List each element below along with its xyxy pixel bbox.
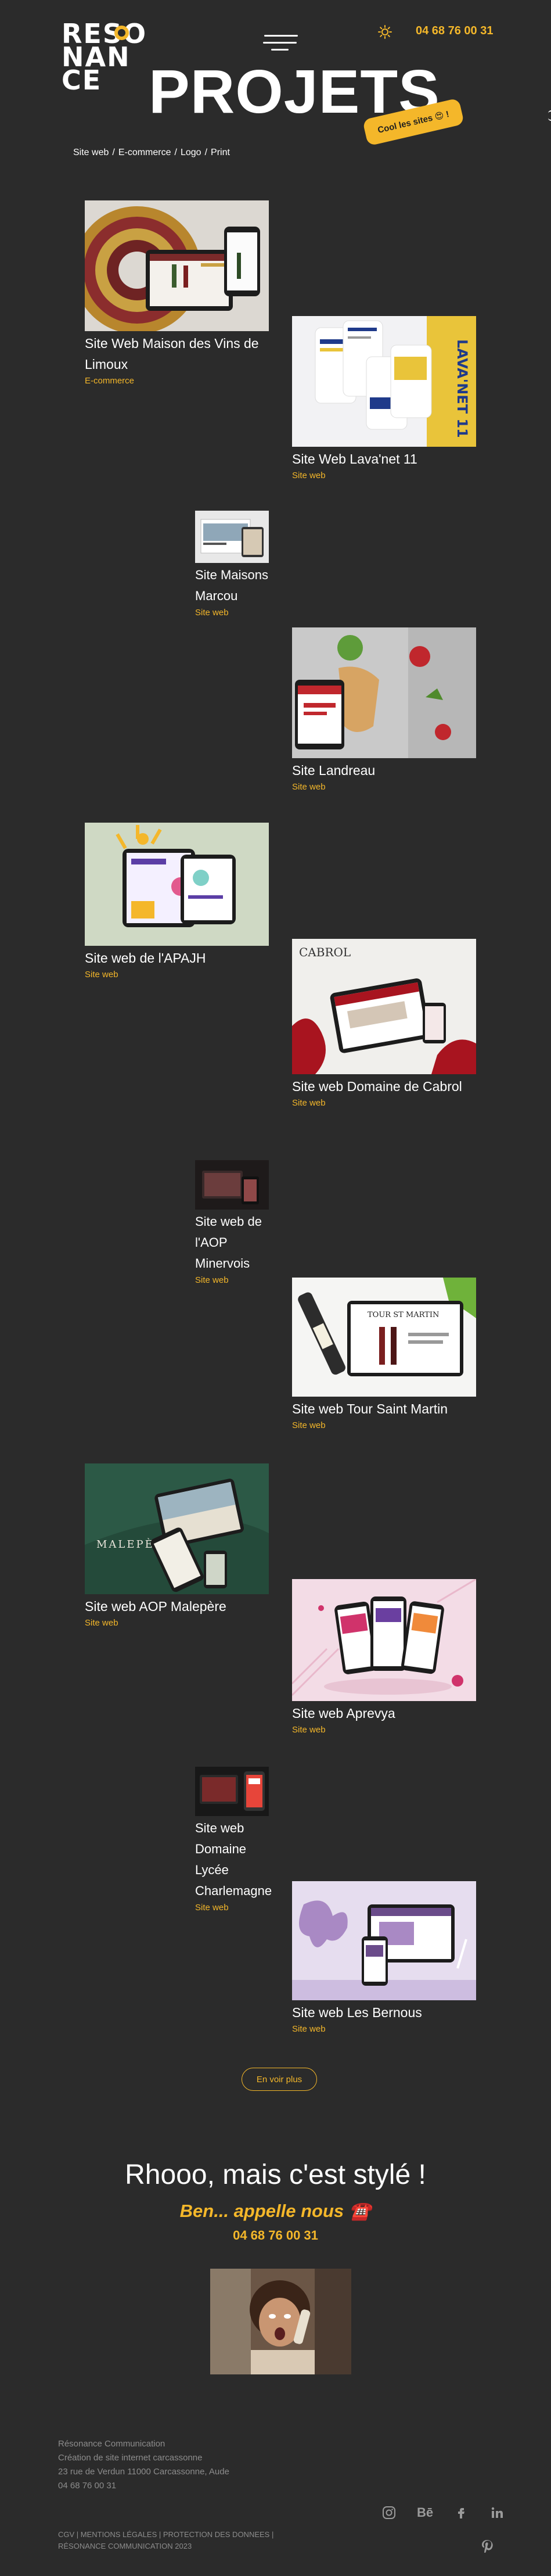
footer-link-protection-donnees[interactable]: PROTECTION DES DONNEES <box>163 2530 269 2539</box>
project-thumbnail <box>292 1881 476 2000</box>
project-card[interactable]: LAVA'NET 11 Site Web Lava'net 11 Site we… <box>292 316 476 480</box>
footer-phone[interactable]: 04 68 76 00 31 <box>58 2479 229 2493</box>
project-category: Site web <box>292 1098 326 1108</box>
instagram-icon[interactable] <box>381 2505 397 2520</box>
filter-logo[interactable]: Logo <box>181 148 201 158</box>
linkedin-icon[interactable] <box>489 2505 505 2520</box>
project-title: Site Web Maison des Vins de Limoux <box>85 336 259 372</box>
filter-print[interactable]: Print <box>211 148 230 158</box>
project-title: Site Maisons Marcou <box>195 568 268 603</box>
theme-toggle-sun-icon[interactable] <box>378 25 392 39</box>
header-phone-link[interactable]: 04 68 76 00 31 <box>416 24 493 38</box>
footer-tagline: Création de site internet carcassonne <box>58 2453 203 2463</box>
edge-scroll-indicator <box>548 110 551 121</box>
project-title: Site Landreau <box>292 763 376 778</box>
filter-separator: / <box>174 148 177 157</box>
project-title: Site web de l'AOP Minervois <box>195 1214 262 1271</box>
project-thumbnail: CABROL <box>292 939 476 1074</box>
filter-separator: / <box>204 148 208 157</box>
project-card[interactable]: Site Web Maison des Vins de Limoux E-com… <box>85 200 269 386</box>
project-card[interactable]: Site web Les Bernous Site web <box>292 1881 476 2034</box>
project-thumbnail <box>195 511 269 563</box>
project-category: Site web <box>292 1725 326 1735</box>
brand-logo[interactable]: RESO NAN CE <box>62 20 149 94</box>
footer-info: Résonance Communication Création de site… <box>58 2437 229 2493</box>
project-category: Site web <box>195 1903 229 1913</box>
project-title: Site Web Lava'net 11 <box>292 451 417 467</box>
footer-copyright: RÉSONANCE COMMUNICATION 2023 <box>58 2542 192 2550</box>
project-thumbnail <box>85 823 269 946</box>
social-links: Bē <box>381 2505 505 2520</box>
project-card[interactable]: CABROL Site web Domaine de Cabrol Site w… <box>292 939 476 1108</box>
project-card[interactable]: Site web de l'AOP Minervois Site web <box>195 1160 269 1285</box>
project-category: Site web <box>292 1420 326 1430</box>
category-filter-nav: Site web / E-commerce / Logo / Print <box>73 148 230 158</box>
project-thumbnail <box>85 200 269 331</box>
cta-phone-link[interactable]: 04 68 76 00 31 <box>0 2228 551 2243</box>
project-thumbnail: MALEPÈRE <box>85 1463 269 1594</box>
project-thumbnail: LAVA'NET 11 <box>292 316 476 447</box>
footer-company-name: Résonance Communication <box>58 2439 165 2449</box>
project-category: Site web <box>85 970 118 980</box>
cta-heading: Rhooo, mais c'est stylé ! <box>125 2159 426 2190</box>
project-title: Site web Domaine de Cabrol <box>292 1079 462 1094</box>
filter-e-commerce[interactable]: E-commerce <box>118 148 171 158</box>
project-title: Site web Tour Saint Martin <box>292 1401 448 1416</box>
project-thumbnail <box>195 1160 269 1210</box>
logo-dot <box>114 26 129 40</box>
project-title: Site web AOP Malepère <box>85 1599 226 1614</box>
filter-separator: / <box>112 148 115 157</box>
footer-separator: | <box>269 2530 274 2539</box>
project-category: Site web <box>292 471 326 480</box>
project-category: Site web <box>85 1618 118 1628</box>
project-title: Site web Aprevya <box>292 1706 395 1721</box>
svg-text:CABROL: CABROL <box>299 945 351 959</box>
see-more-button[interactable]: En voir plus <box>242 2068 317 2091</box>
svg-text:TOUR ST MARTIN: TOUR ST MARTIN <box>368 1311 439 1319</box>
menu-hamburger-button[interactable] <box>263 35 298 59</box>
project-title: Site web Les Bernous <box>292 2005 422 2020</box>
project-thumbnail <box>292 1579 476 1701</box>
facebook-icon[interactable] <box>453 2505 469 2520</box>
svg-text:LAVA'NET 11: LAVA'NET 11 <box>454 339 470 438</box>
project-card[interactable]: MALEPÈRE Site web AOP Malepère Site web <box>85 1463 269 1628</box>
filter-site-web[interactable]: Site web <box>73 148 109 158</box>
cta-gif-image <box>210 2269 351 2374</box>
project-category: Site web <box>195 608 229 618</box>
project-title: Site web Domaine Lycée Charlemagne <box>195 1821 272 1898</box>
footer-link-cgv[interactable]: CGV <box>58 2530 74 2539</box>
project-card[interactable]: Site web Aprevya Site web <box>292 1579 476 1735</box>
project-category: Site web <box>195 1275 229 1285</box>
project-card[interactable]: TOUR ST MARTIN Site web Tour Saint Marti… <box>292 1278 476 1430</box>
footer-legal-links: CGV | MENTIONS LÉGALES | PROTECTION DES … <box>58 2529 302 2552</box>
project-thumbnail: TOUR ST MARTIN <box>292 1278 476 1397</box>
footer-address: 23 rue de Verdun 11000 Carcassonne, Aude <box>58 2467 229 2477</box>
footer-link-mentions-legales[interactable]: MENTIONS LÉGALES <box>81 2530 157 2539</box>
project-thumbnail <box>292 627 476 758</box>
footer-separator: | <box>74 2530 81 2539</box>
project-thumbnail <box>195 1767 269 1816</box>
project-category: Site web <box>292 782 326 792</box>
project-category: E-commerce <box>85 376 135 386</box>
project-category: Site web <box>292 2024 326 2034</box>
cta-subheading: Ben... appelle nous ☎️ <box>179 2201 372 2221</box>
project-card[interactable]: Site Landreau Site web <box>292 627 476 792</box>
pinterest-icon[interactable] <box>480 2539 495 2554</box>
project-card[interactable]: Site web Domaine Lycée Charlemagne Site … <box>195 1767 272 1913</box>
project-card[interactable]: Site Maisons Marcou Site web <box>195 511 269 618</box>
behance-icon[interactable]: Bē <box>417 2505 433 2520</box>
footer-separator: | <box>157 2530 163 2539</box>
project-card[interactable]: Site web de l'APAJH Site web <box>85 823 269 980</box>
project-title: Site web de l'APAJH <box>85 950 206 966</box>
